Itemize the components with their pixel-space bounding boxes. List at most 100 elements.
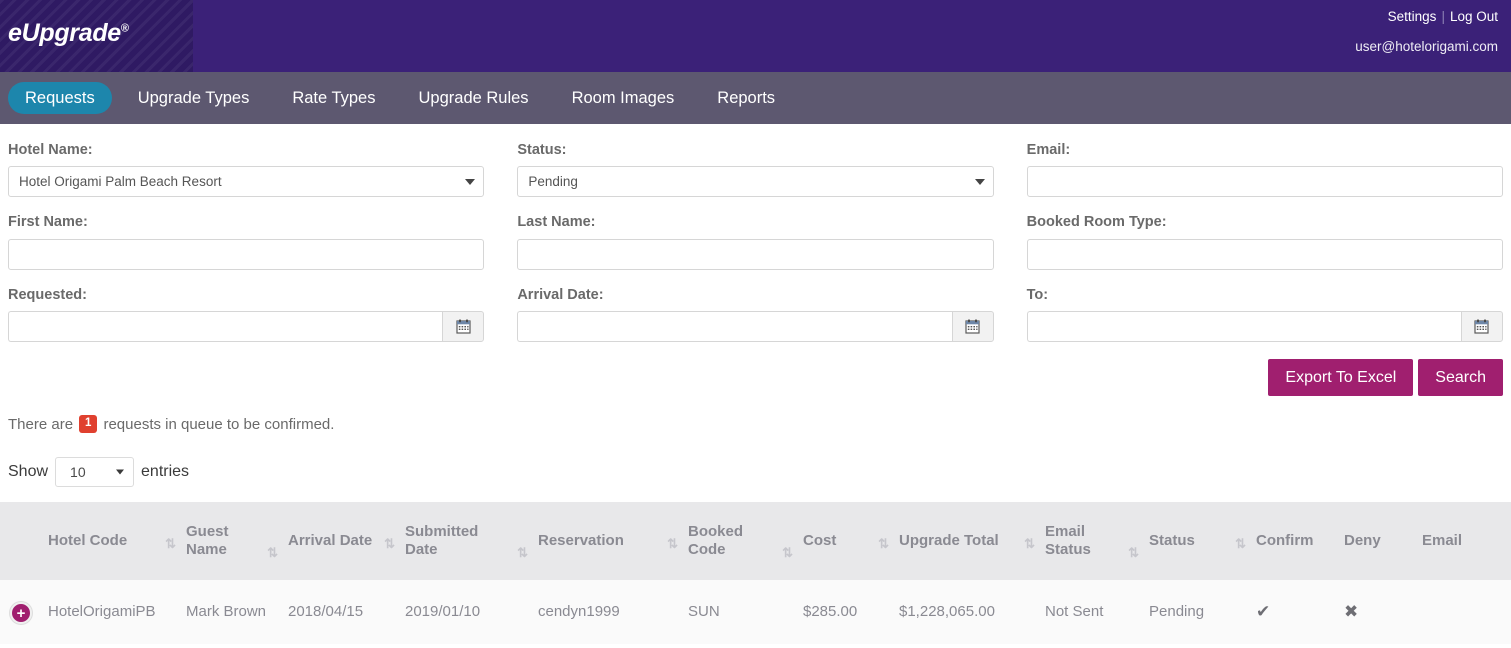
nav-item-upgrade-types[interactable]: Upgrade Types — [121, 82, 267, 114]
col-label-arrival-date: Arrival Date — [288, 532, 373, 549]
col-header-upgrade-total[interactable]: Upgrade Total ⇅ — [899, 502, 1045, 580]
col-header-confirm: Confirm — [1256, 502, 1344, 580]
sort-icon[interactable]: ⇅ — [878, 537, 889, 550]
booked-room-type-input[interactable] — [1026, 238, 1503, 270]
calendar-icon — [965, 319, 980, 334]
col-header-booked-code[interactable]: Booked Code ⇅ — [688, 502, 803, 580]
confirm-check-icon[interactable]: ✔ — [1256, 601, 1270, 622]
cell-status: Pending — [1149, 602, 1205, 620]
cell-expand: + — [0, 580, 48, 644]
nav-item-upgrade-rules[interactable]: Upgrade Rules — [402, 82, 546, 114]
cell-deny: ✖ — [1344, 580, 1422, 644]
calendar-icon — [1474, 319, 1490, 334]
queue-suffix-text: requests in queue to be confirmed. — [103, 415, 335, 433]
search-button[interactable]: Search — [1418, 359, 1503, 397]
col-header-expand — [0, 502, 48, 580]
requests-table-wrap: Hotel Code ⇅ Guest Name ⇅ Arrival Date ⇅ Su… — [0, 502, 1511, 645]
logout-link[interactable]: Log Out — [1450, 9, 1498, 24]
col-label-email-status: Email Status — [1045, 522, 1091, 559]
arrival-date-calendar-button[interactable] — [951, 311, 994, 343]
arrival-date-input[interactable] — [517, 311, 952, 343]
col-label-cost: Cost — [803, 532, 837, 549]
nav-item-reports[interactable]: Reports — [700, 82, 792, 114]
status-select[interactable]: Pending — [517, 166, 994, 198]
cell-hotel-code: HotelOrigamiPB — [48, 602, 156, 620]
nav-item-rate-types[interactable]: Rate Types — [275, 82, 392, 114]
nav-item-room-images[interactable]: Room Images — [555, 82, 692, 114]
col-header-deny: Deny — [1344, 502, 1422, 580]
sort-icon[interactable]: ⇅ — [165, 537, 176, 550]
col-label-guest-name: Guest Name — [186, 522, 229, 559]
nav-item-requests[interactable]: Requests — [8, 81, 112, 115]
last-name-label: Last Name: — [517, 214, 596, 231]
hotel-name-label: Hotel Name: — [8, 142, 93, 158]
requested-input[interactable] — [8, 311, 443, 343]
cell-email — [1422, 580, 1511, 644]
queue-prefix-text: There are — [8, 415, 74, 433]
first-name-input[interactable] — [8, 238, 485, 270]
hotel-name-select-value[interactable]: Hotel Origami Palm Beach Resort — [8, 166, 485, 198]
col-header-email: Email — [1422, 502, 1511, 580]
user-email-label: user@hotelorigami.com — [1355, 39, 1498, 54]
email-input[interactable] — [1026, 166, 1503, 198]
top-header: eUpgrade® Settings | Log Out user@hotelori… — [0, 0, 1511, 72]
hotel-name-select[interactable]: Hotel Origami Palm Beach Resort — [8, 166, 485, 198]
table-row: + HotelOrigamiPB Mark Brown 2018/04/15 2… — [0, 580, 1511, 645]
app-logo: eUpgrade® — [8, 19, 129, 48]
col-label-email: Email — [1422, 532, 1463, 549]
col-header-arrival-date[interactable]: Arrival Date ⇅ — [288, 502, 405, 580]
sort-icon[interactable]: ⇅ — [1235, 537, 1246, 550]
deny-cross-icon[interactable]: ✖ — [1344, 601, 1358, 622]
cell-upgrade-total: $1,228,065.00 — [899, 602, 995, 620]
filter-row-3: Requested: Arrival Date: To: — [8, 286, 1503, 343]
to-date-calendar-button[interactable] — [1460, 311, 1503, 343]
col-label-submitted-date: Submitted Date — [405, 522, 479, 559]
sort-icon[interactable]: ⇅ — [1024, 537, 1035, 550]
col-label-hotel-code: Hotel Code — [48, 532, 128, 549]
entries-label: entries — [141, 463, 190, 481]
requested-calendar-button[interactable] — [442, 311, 485, 343]
status-label: Status: — [517, 142, 567, 158]
last-name-input[interactable] — [517, 238, 994, 270]
sort-icon[interactable]: ⇅ — [384, 537, 395, 550]
arrival-date-label: Arrival Date: — [517, 286, 604, 303]
show-entries-control: Show 10 entries — [0, 457, 1511, 488]
table-header-row: Hotel Code ⇅ Guest Name ⇅ Arrival Date ⇅ Su… — [0, 502, 1511, 581]
table-body: + HotelOrigamiPB Mark Brown 2018/04/15 2… — [0, 580, 1511, 645]
entries-select-value[interactable]: 10 — [55, 457, 135, 488]
sort-icon[interactable]: ⇅ — [267, 546, 278, 559]
to-date-input[interactable] — [1026, 311, 1461, 343]
col-header-email-status[interactable]: Email Status ⇅ — [1045, 502, 1149, 580]
field-arrival-date: Arrival Date: — [517, 286, 994, 343]
sort-icon[interactable]: ⇅ — [667, 537, 678, 550]
col-header-guest-name[interactable]: Guest Name ⇅ — [186, 502, 288, 580]
requests-table: Hotel Code ⇅ Guest Name ⇅ Arrival Date ⇅ Su… — [0, 502, 1511, 645]
table-head: Hotel Code ⇅ Guest Name ⇅ Arrival Date ⇅ Su… — [0, 502, 1511, 581]
export-to-excel-button[interactable]: Export To Excel — [1268, 359, 1414, 397]
col-header-cost[interactable]: Cost ⇅ — [803, 502, 899, 580]
sort-icon[interactable]: ⇅ — [782, 546, 793, 559]
expand-row-button[interactable]: + — [10, 602, 32, 625]
settings-link[interactable]: Settings — [1388, 9, 1437, 24]
cell-reservation: cendyn1999 — [538, 602, 620, 620]
sort-icon[interactable]: ⇅ — [517, 546, 528, 559]
sort-icon[interactable]: ⇅ — [1128, 546, 1139, 559]
arrival-date-group — [517, 311, 994, 343]
col-header-status[interactable]: Status ⇅ — [1149, 502, 1256, 580]
filter-row-2: First Name: Last Name: Booked Room Type: — [8, 214, 1503, 270]
registered-trademark-icon: ® — [120, 22, 129, 35]
col-header-submitted-date[interactable]: Submitted Date ⇅ — [405, 502, 538, 580]
col-header-reservation[interactable]: Reservation ⇅ — [538, 502, 688, 580]
link-divider: | — [1441, 9, 1445, 24]
col-header-hotel-code[interactable]: Hotel Code ⇅ — [48, 502, 186, 580]
main-navbar: Requests Upgrade Types Rate Types Upgrad… — [0, 72, 1511, 124]
calendar-icon — [456, 319, 471, 334]
entries-select[interactable]: 10 — [55, 457, 135, 488]
cell-guest-name: Mark Brown — [186, 602, 267, 620]
status-select-value[interactable]: Pending — [517, 166, 994, 198]
logo-block: eUpgrade® — [0, 0, 193, 72]
cell-booked-code: SUN — [688, 602, 720, 620]
col-label-booked-code: Booked Code — [688, 522, 744, 559]
requested-date-group — [8, 311, 485, 343]
to-date-group — [1026, 311, 1503, 343]
